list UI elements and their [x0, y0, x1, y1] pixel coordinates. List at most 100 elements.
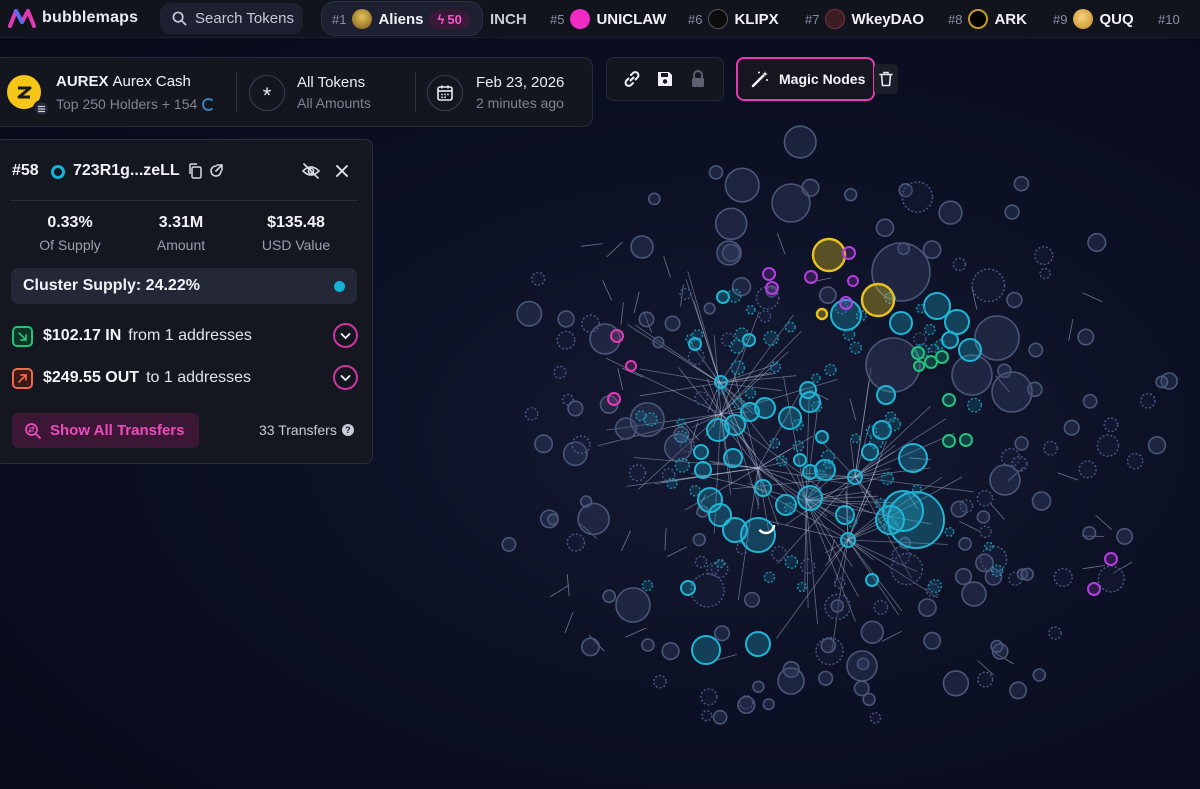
wallet-bubble[interactable] — [1087, 582, 1101, 596]
wallet-bubble[interactable] — [727, 288, 742, 303]
wallet-bubble[interactable] — [823, 458, 834, 470]
wallet-bubble[interactable] — [853, 680, 870, 697]
wallet-bubble[interactable] — [754, 479, 772, 497]
wallet-bubble[interactable] — [1140, 392, 1156, 409]
wallet-bubble[interactable] — [850, 433, 861, 444]
wallet-bubble[interactable] — [1011, 455, 1028, 473]
wallet-bubble[interactable] — [959, 499, 974, 513]
wallet-bubble[interactable] — [557, 310, 575, 328]
hide-wallet-button[interactable] — [300, 162, 322, 180]
wallet-bubble[interactable] — [708, 503, 732, 527]
trending-item-7[interactable]: #7 WkeyDAO — [805, 0, 924, 38]
wallet-bubble[interactable] — [674, 430, 689, 444]
wallet-bubble[interactable] — [531, 271, 546, 286]
wallet-bubble[interactable] — [847, 275, 859, 287]
wallet-bubble[interactable] — [566, 533, 586, 552]
wallet-bubble[interactable] — [652, 336, 665, 349]
wallet-bubble[interactable] — [883, 291, 897, 305]
wallet-bubble[interactable] — [731, 277, 752, 297]
wallet-bubble[interactable] — [941, 331, 959, 349]
wallet-bubble[interactable] — [1039, 267, 1051, 280]
wallet-bubble[interactable] — [643, 412, 658, 427]
wallet-bubble[interactable] — [1096, 434, 1120, 457]
wallet-bubble[interactable] — [954, 567, 973, 586]
wallet-bubble[interactable] — [815, 636, 844, 666]
wallet-bubble[interactable] — [847, 469, 863, 485]
wallet-bubble[interactable] — [915, 303, 926, 314]
wallet-bubble[interactable] — [1028, 342, 1044, 358]
wallet-bubble[interactable] — [792, 418, 804, 431]
wallet-bubble[interactable] — [929, 343, 939, 354]
wallet-bubble[interactable] — [765, 285, 778, 298]
wallet-bubble[interactable] — [865, 337, 921, 393]
trending-item-10[interactable]: #10 — [1158, 0, 1180, 38]
wallet-bubble[interactable] — [762, 267, 776, 281]
wallet-bubble[interactable] — [942, 670, 970, 697]
wallet-bubble[interactable] — [762, 698, 775, 711]
wallet-bubble[interactable] — [744, 387, 757, 399]
wallet-bubble[interactable] — [835, 505, 855, 525]
wallet-bubble[interactable] — [680, 580, 696, 596]
wallet-bubble[interactable] — [771, 545, 787, 562]
wallet-bubble[interactable] — [664, 315, 681, 332]
wallet-bubble[interactable] — [942, 393, 956, 407]
wallet-bubble[interactable] — [974, 315, 1020, 361]
wallet-bubble[interactable] — [872, 420, 892, 440]
wallet-bubble[interactable] — [1103, 417, 1119, 433]
wallet-bubble[interactable] — [589, 323, 621, 355]
wallet-bubble[interactable] — [547, 513, 559, 526]
wallet-bubble[interactable] — [952, 257, 967, 272]
wallet-bubble[interactable] — [874, 497, 887, 510]
wallet-bubble[interactable] — [1000, 447, 1021, 468]
wallet-bubble[interactable] — [769, 437, 781, 449]
wallet-bubble[interactable] — [763, 571, 776, 584]
wallet-bubble[interactable] — [935, 350, 949, 364]
wallet-bubble[interactable] — [691, 635, 721, 665]
wallet-bubble[interactable] — [1097, 565, 1125, 593]
wallet-bubble[interactable] — [1013, 175, 1030, 192]
wallet-bubble[interactable] — [890, 552, 924, 586]
wallet-bubble[interactable] — [885, 411, 897, 423]
wallet-bubble[interactable] — [567, 400, 584, 417]
wallet-bubble[interactable] — [976, 489, 994, 507]
wallet-bubble[interactable] — [792, 440, 805, 452]
wallet-bubble[interactable] — [865, 425, 878, 437]
wallet-bubble[interactable] — [873, 599, 889, 615]
wallet-bubble[interactable] — [887, 417, 902, 432]
help-icon[interactable]: ? — [341, 424, 354, 436]
wallet-bubble[interactable] — [688, 337, 702, 351]
wallet-address[interactable]: 723R1g...zeLL — [73, 162, 180, 180]
wallet-bubble[interactable] — [875, 218, 895, 238]
wallet-bubble[interactable] — [1008, 571, 1023, 586]
wallet-bubble[interactable] — [706, 562, 719, 576]
wallet-bubble[interactable] — [984, 568, 1003, 586]
open-explorer-button[interactable] — [207, 162, 225, 180]
wallet-bubble[interactable] — [1077, 328, 1095, 346]
wallet-bubble[interactable] — [913, 332, 927, 347]
token-filter-button[interactable]: * — [249, 75, 285, 111]
wallet-bubble[interactable] — [815, 469, 827, 481]
wallet-bubble[interactable] — [796, 581, 808, 593]
wallet-bubble[interactable] — [815, 430, 829, 444]
wallet-bubble[interactable] — [635, 410, 647, 422]
outflow-row[interactable]: $249.55 OUT to 1 addresses — [12, 364, 358, 392]
wallet-bubble[interactable] — [875, 505, 905, 535]
wallet-bubble[interactable] — [694, 391, 709, 406]
wallet-bubble[interactable] — [739, 695, 754, 710]
wallet-bubble[interactable] — [882, 490, 924, 532]
wallet-bubble[interactable] — [696, 505, 709, 518]
share-link-button[interactable] — [618, 65, 646, 93]
wallet-bubble[interactable] — [716, 290, 730, 304]
wallet-bubble[interactable] — [797, 485, 823, 511]
wallet-bubble[interactable] — [880, 471, 894, 486]
wallet-bubble[interactable] — [641, 579, 654, 592]
date-picker-button[interactable] — [427, 75, 463, 111]
wallet-bubble[interactable] — [689, 484, 701, 497]
wallet-bubble[interactable] — [824, 593, 851, 620]
wallet-bubble[interactable] — [716, 240, 742, 266]
wallet-bubble[interactable] — [697, 487, 723, 513]
wallet-bubble[interactable] — [924, 323, 936, 336]
wallet-bubble[interactable] — [771, 183, 811, 223]
wallet-bubble[interactable] — [745, 631, 771, 657]
wallet-bubble[interactable] — [924, 355, 938, 369]
